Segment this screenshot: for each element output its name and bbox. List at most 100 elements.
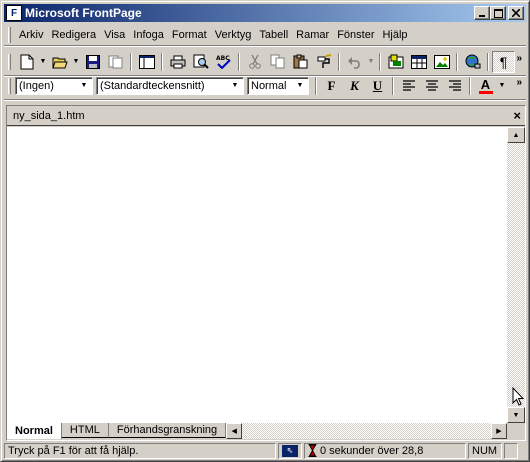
scroll-track[interactable]: [242, 423, 491, 439]
insert-picture-icon[interactable]: [430, 51, 453, 73]
menu-redigera[interactable]: Redigera: [47, 29, 100, 41]
frontpage-icon[interactable]: F: [6, 5, 22, 21]
menu-infoga[interactable]: Infoga: [129, 29, 168, 41]
close-button[interactable]: [508, 6, 524, 20]
insert-component-icon[interactable]: [384, 51, 407, 73]
open-dropdown-arrow-icon[interactable]: ▼: [71, 51, 81, 73]
scroll-left-icon[interactable]: ◀: [226, 423, 243, 439]
document-pane: ny_sida_1.htm × ▲ ▼ Normal HTML Förhands…: [6, 105, 526, 441]
menu-grip[interactable]: [8, 26, 11, 43]
scroll-up-icon[interactable]: ▲: [507, 127, 525, 143]
toolbar-separator: [392, 76, 394, 95]
toolbar-overflow-icon[interactable]: »: [516, 77, 522, 88]
font-color-swatch: [478, 90, 493, 94]
menu-ramar[interactable]: Ramar: [292, 29, 333, 41]
view-tabs: Normal HTML Förhandsgranskning ◀ ▶: [7, 423, 525, 440]
status-connection[interactable]: ⇖: [278, 442, 302, 459]
title-bar[interactable]: F Microsoft FrontPage: [4, 4, 526, 22]
align-left-icon[interactable]: [397, 75, 420, 97]
toolbar-overflow-icon[interactable]: »: [516, 53, 522, 64]
close-document-icon[interactable]: ×: [513, 108, 521, 123]
copy-icon[interactable]: [266, 51, 289, 73]
preview-icon[interactable]: [189, 51, 212, 73]
folder-list-icon[interactable]: [135, 51, 158, 73]
toolbar-separator: [487, 52, 489, 71]
undo-icon[interactable]: [343, 51, 366, 73]
toolbar-grip[interactable]: [8, 53, 11, 70]
save-icon[interactable]: [81, 51, 104, 73]
print-icon[interactable]: [166, 51, 189, 73]
spelling-icon[interactable]: ABC: [212, 51, 235, 73]
tab-html[interactable]: HTML: [61, 423, 109, 438]
minimize-button[interactable]: [474, 6, 490, 20]
editor-area[interactable]: [7, 127, 507, 423]
maximize-button[interactable]: [490, 6, 506, 20]
toolbar-grip[interactable]: [8, 77, 11, 94]
toolbar-separator: [238, 52, 240, 71]
underline-button[interactable]: U: [366, 75, 389, 97]
hourglass-icon: [308, 444, 317, 457]
menu-fonster[interactable]: Fönster: [333, 29, 378, 41]
horizontal-scrollbar[interactable]: ◀ ▶: [226, 423, 507, 439]
mouse-pointer-icon: [512, 387, 524, 406]
paste-icon[interactable]: [289, 51, 312, 73]
status-num: NUM: [468, 442, 502, 459]
chevron-down-icon[interactable]: ▼: [293, 79, 307, 93]
toolbar-separator: [469, 76, 471, 95]
status-download-time: 0 sekunder över 28,8: [304, 442, 466, 459]
toolbar-separator: [315, 76, 317, 95]
toolbar-separator: [456, 52, 458, 71]
toolbar-separator: [338, 52, 340, 71]
hyperlink-icon[interactable]: [461, 51, 484, 73]
status-extra: [504, 442, 518, 459]
download-time-text: 0 sekunder över 28,8: [320, 444, 424, 457]
formatting-toolbar: (Ingen) ▼ (Standardteckensnitt) ▼ Normal…: [4, 72, 526, 100]
font-color-dropdown-arrow-icon[interactable]: ▼: [497, 75, 507, 97]
font-select-value: (Standardteckensnitt): [100, 79, 205, 92]
style-select[interactable]: (Ingen) ▼: [15, 76, 93, 95]
scroll-down-icon[interactable]: ▼: [507, 407, 525, 423]
chevron-down-icon[interactable]: ▼: [77, 79, 91, 93]
font-color-letter: A: [480, 76, 491, 92]
size-select-value: Normal: [251, 79, 287, 92]
window-title: Microsoft FrontPage: [25, 6, 142, 20]
font-select[interactable]: (Standardteckensnitt) ▼: [96, 76, 244, 95]
document-filename: ny_sida_1.htm: [13, 109, 85, 122]
status-hint: Tryck på F1 för att få hjälp.: [4, 442, 276, 459]
menu-format[interactable]: Format: [168, 29, 211, 41]
toolbar-separator: [379, 52, 381, 71]
align-center-icon[interactable]: [420, 75, 443, 97]
new-page-icon[interactable]: [15, 51, 38, 73]
vertical-scrollbar[interactable]: ▲ ▼: [507, 127, 525, 423]
show-all-pilcrow-icon[interactable]: ¶: [492, 50, 515, 73]
format-painter-icon[interactable]: [312, 51, 335, 73]
align-right-icon[interactable]: [443, 75, 466, 97]
menu-tabell[interactable]: Tabell: [255, 29, 292, 41]
italic-button[interactable]: K: [343, 75, 366, 97]
bold-button[interactable]: F: [320, 75, 343, 97]
insert-table-icon[interactable]: [407, 51, 430, 73]
font-color-icon[interactable]: A: [474, 75, 497, 97]
open-folder-icon[interactable]: [48, 51, 71, 73]
undo-dropdown-arrow-icon[interactable]: ▼: [366, 51, 376, 73]
new-dropdown-arrow-icon[interactable]: ▼: [38, 51, 48, 73]
toolbar-separator: [130, 52, 132, 71]
menu-verktyg[interactable]: Verktyg: [211, 29, 256, 41]
menu-visa[interactable]: Visa: [100, 29, 129, 41]
toolbar-separator: [161, 52, 163, 71]
frontpage-window: F Microsoft FrontPage Arkiv Redigera Vis…: [0, 0, 530, 462]
tab-normal[interactable]: Normal: [7, 423, 62, 439]
menu-arkiv[interactable]: Arkiv: [15, 29, 47, 41]
tab-preview[interactable]: Förhandsgranskning: [108, 423, 227, 438]
style-select-value: (Ingen): [19, 79, 54, 92]
publish-icon[interactable]: [104, 51, 127, 73]
cut-icon[interactable]: [243, 51, 266, 73]
scroll-corner: [507, 423, 525, 439]
chevron-down-icon[interactable]: ▼: [228, 79, 242, 93]
size-select[interactable]: Normal ▼: [247, 76, 309, 95]
document-header: ny_sida_1.htm ×: [7, 106, 525, 126]
scroll-right-icon[interactable]: ▶: [491, 423, 507, 439]
menu-bar: Arkiv Redigera Visa Infoga Format Verkty…: [4, 24, 526, 46]
menu-hjalp[interactable]: Hjälp: [378, 29, 411, 41]
window-controls: [474, 6, 524, 20]
